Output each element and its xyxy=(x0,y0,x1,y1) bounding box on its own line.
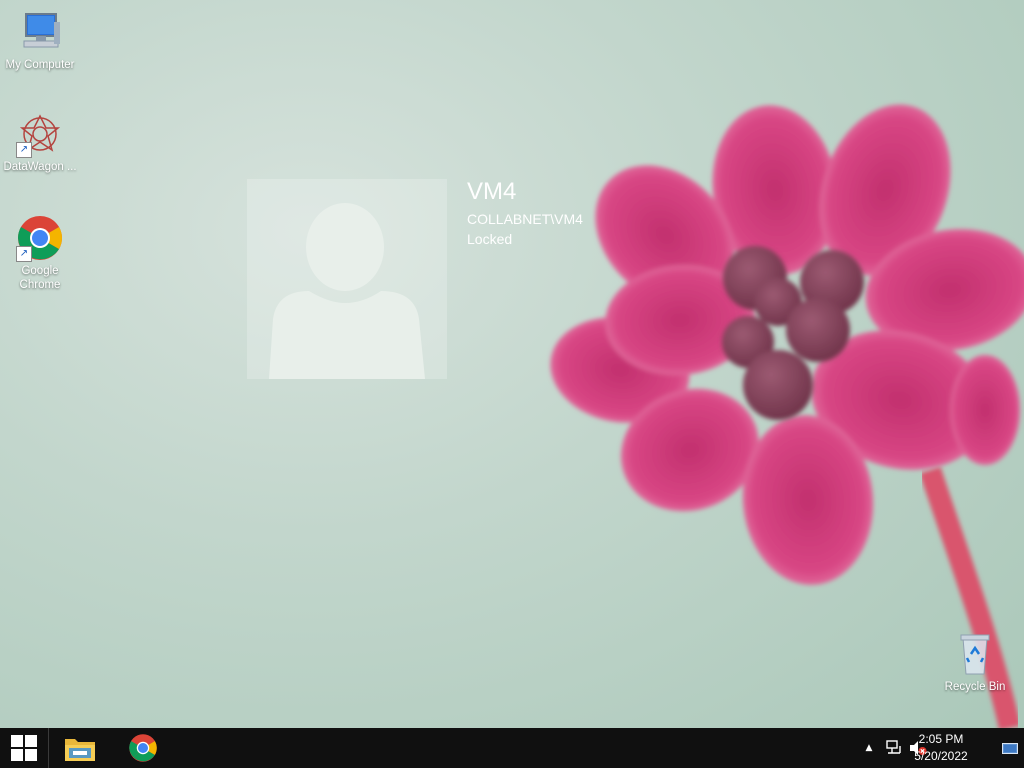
lock-user-info: VM4 COLLABNET\VM4 Locked xyxy=(467,178,583,249)
taskbar: ▲ 2:05 PM 5/20/2022 xyxy=(0,728,1024,768)
user-silhouette-icon xyxy=(269,203,425,379)
desktop-icon-datawagon[interactable]: ↗ DataWagon ... xyxy=(0,110,80,174)
datawagon-icon: ↗ xyxy=(16,110,64,158)
chrome-icon xyxy=(129,734,157,762)
taskbar-clock[interactable]: 2:05 PM 5/20/2022 xyxy=(906,731,976,765)
shortcut-arrow-icon: ↗ xyxy=(16,142,32,158)
recycle-bin-icon xyxy=(951,630,999,678)
desktop-wallpaper xyxy=(0,0,1024,728)
clock-date: 5/20/2022 xyxy=(914,749,968,763)
computer-icon xyxy=(16,8,64,56)
desktop-icon-google-chrome[interactable]: ↗ Google Chrome xyxy=(0,214,80,292)
tray-overflow-chevron-icon[interactable]: ▲ xyxy=(862,740,876,756)
folder-icon xyxy=(65,739,95,761)
desktop-icon-recycle-bin[interactable]: Recycle Bin xyxy=(935,630,1015,694)
clock-time: 2:05 PM xyxy=(918,732,964,746)
flower-wallpaper-art xyxy=(550,104,1024,728)
chrome-icon: ↗ xyxy=(16,214,64,262)
user-avatar-tile xyxy=(247,179,447,379)
taskbar-google-chrome[interactable] xyxy=(119,728,167,768)
action-center-icon[interactable] xyxy=(1002,742,1018,760)
windows-logo-icon xyxy=(11,735,37,761)
desktop-icon-label: My Computer xyxy=(5,59,75,71)
start-button[interactable] xyxy=(0,728,48,768)
lock-status: Locked xyxy=(467,231,513,247)
desktop-icon-my-computer[interactable]: My Computer xyxy=(0,8,80,72)
user-name: VM4 xyxy=(467,178,517,205)
desktop-icon-label: DataWagon ... xyxy=(3,161,77,173)
taskbar-file-explorer[interactable] xyxy=(56,728,104,768)
shortcut-arrow-icon: ↗ xyxy=(16,246,32,262)
network-icon[interactable] xyxy=(885,740,903,756)
taskbar-divider xyxy=(48,728,49,768)
account-name: COLLABNET\VM4 xyxy=(467,211,583,227)
desktop-icon-label: Recycle Bin xyxy=(944,681,1006,693)
desktop-icon-label: Google Chrome xyxy=(19,265,61,291)
